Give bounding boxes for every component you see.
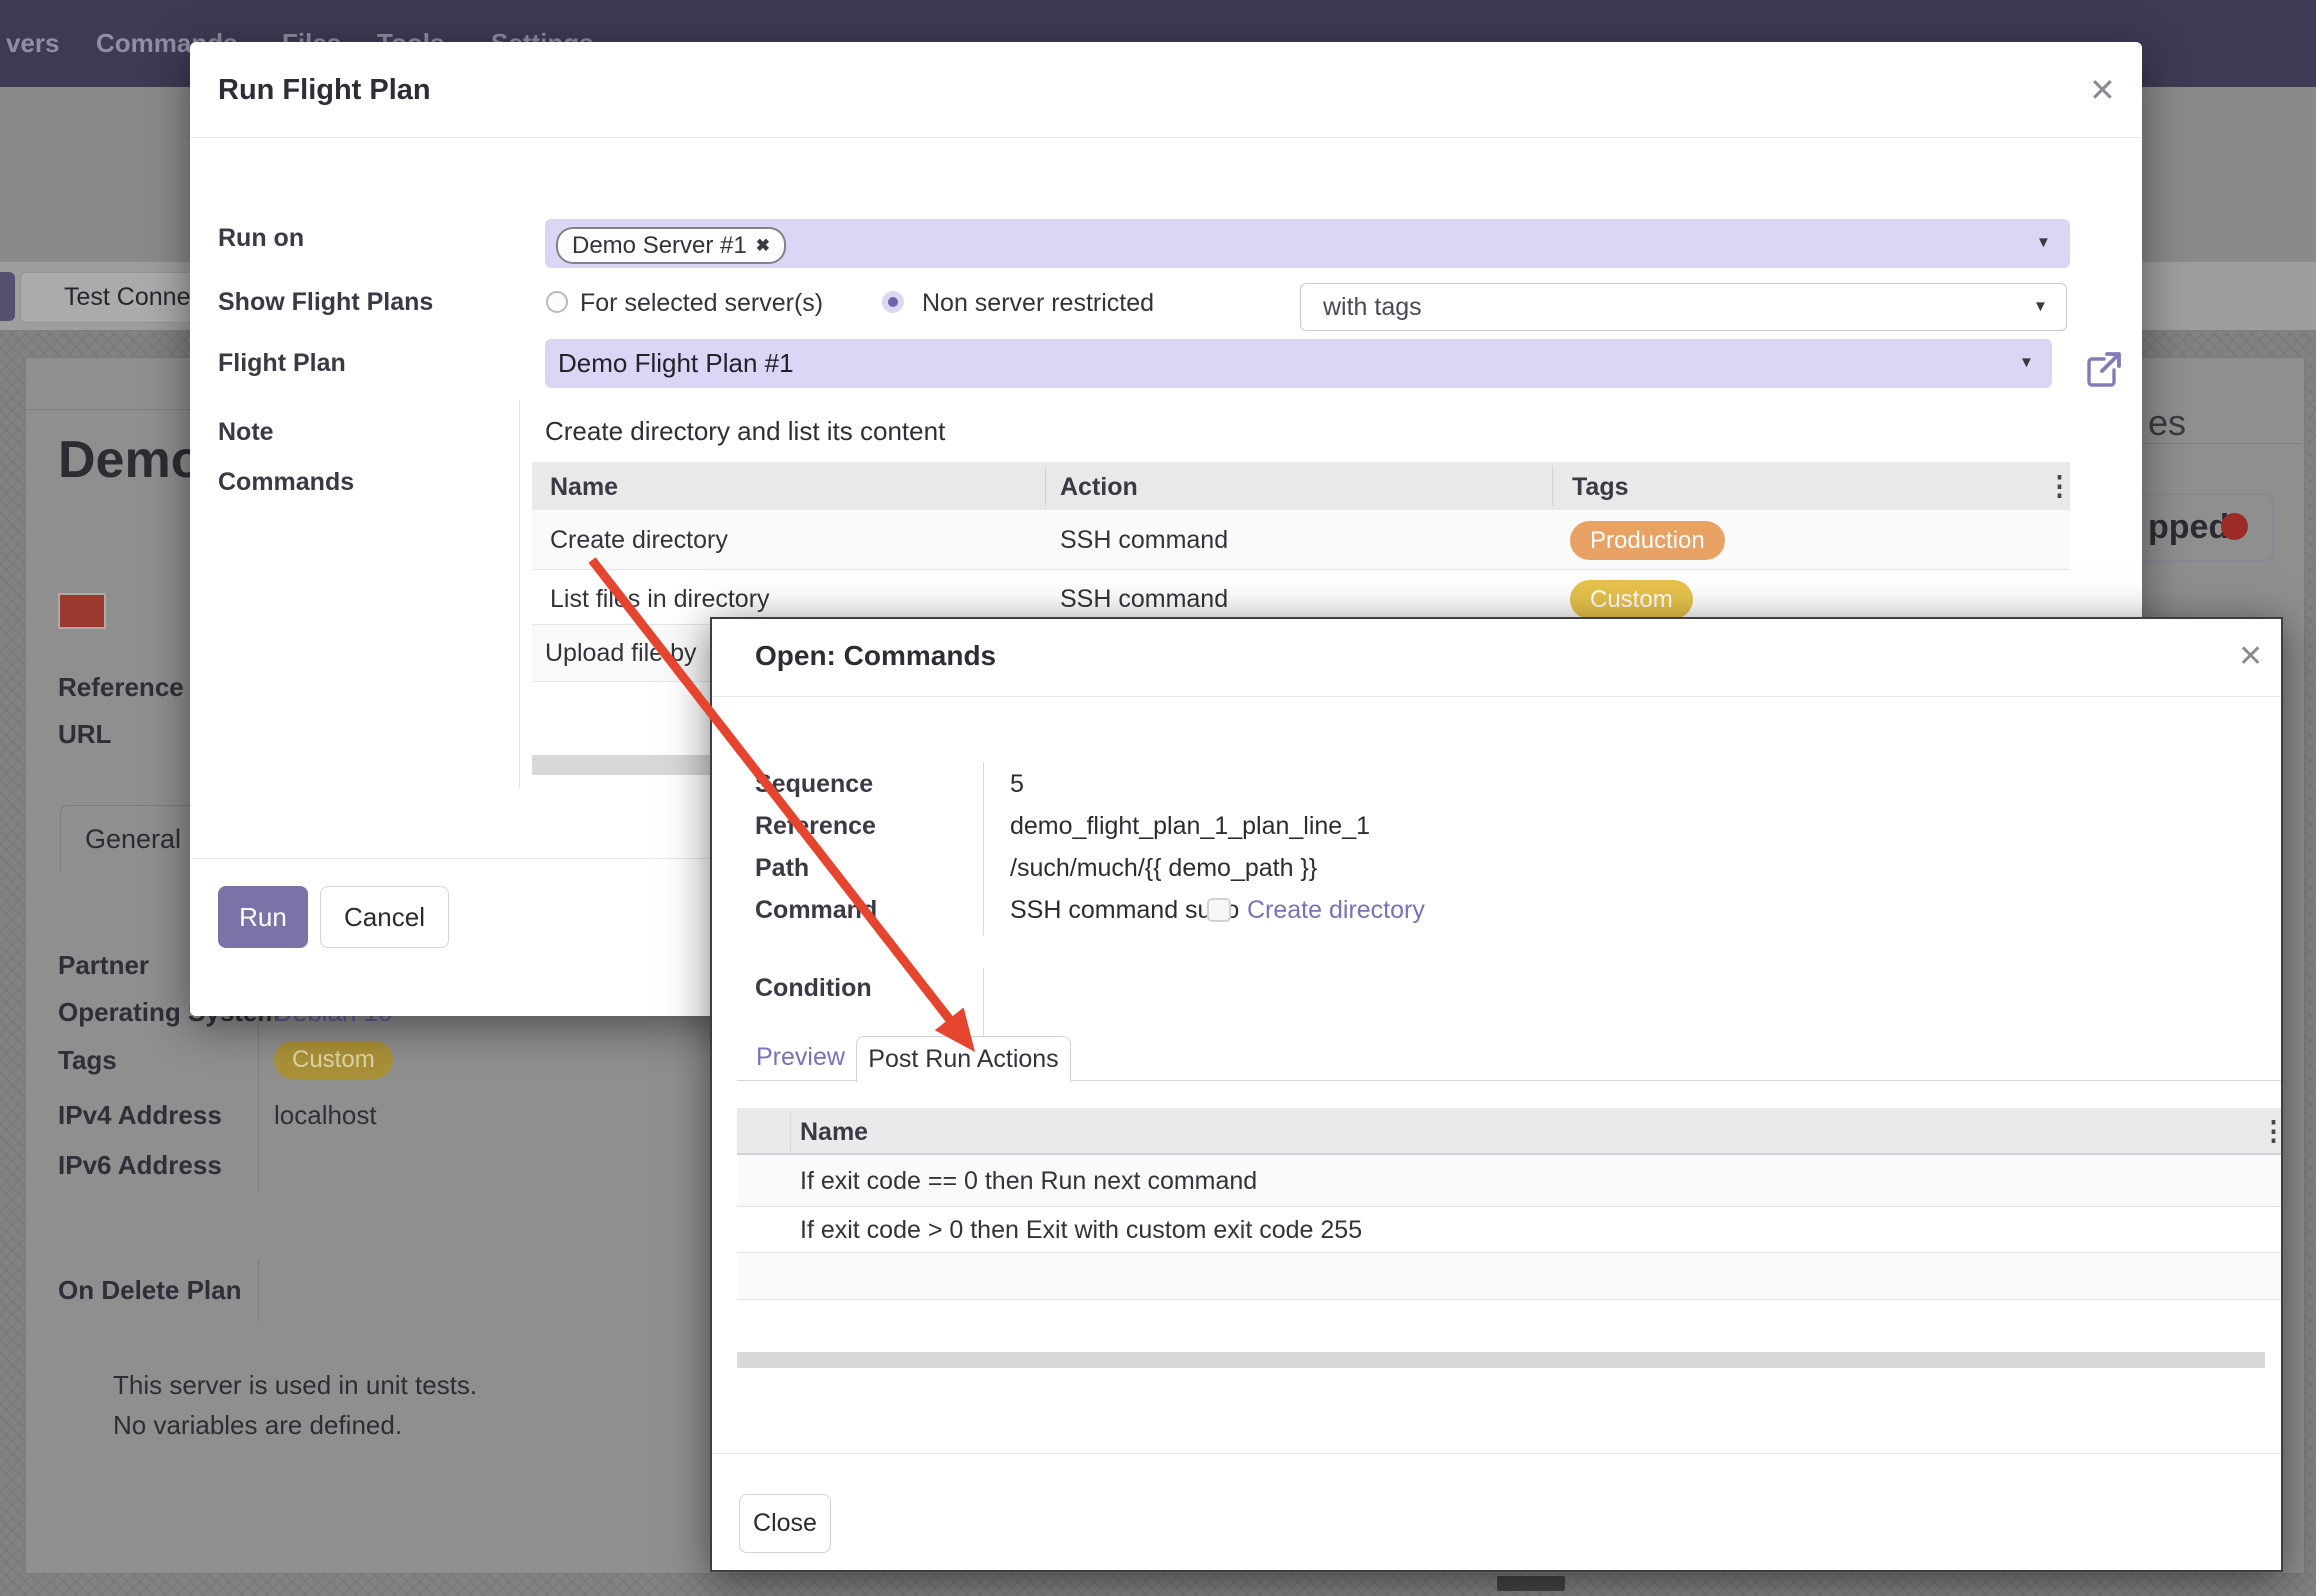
path-value: /such/much/{{ demo_path }} (1010, 854, 1317, 883)
tab-preview[interactable]: Preview (756, 1043, 845, 1072)
command-value: SSH command sudo (1010, 896, 1239, 925)
cancel-button[interactable]: Cancel (320, 886, 449, 948)
right-heading-fragment: es (2148, 402, 2186, 444)
form-separator-line (983, 968, 984, 1040)
close-icon[interactable]: ✕ (2089, 74, 2116, 106)
create-directory-link[interactable]: Create directory (1247, 896, 1425, 925)
condition-label: Condition (755, 974, 872, 1003)
table-options-icon[interactable]: ⋮ (2260, 1118, 2287, 1145)
commands-label: Commands (218, 468, 354, 497)
sudo-checkbox[interactable] (1207, 898, 1231, 922)
table-scroll-strip[interactable] (737, 1352, 2265, 1368)
tag-badge-production: Production (1570, 521, 1725, 560)
radio-selected-servers-label[interactable]: For selected server(s) (580, 289, 823, 318)
flight-plan-description: Create directory and list its content (545, 416, 945, 447)
path-label: Path (755, 854, 809, 883)
row-action: SSH command (1060, 585, 1228, 614)
flight-plan-select[interactable]: Demo Flight Plan #1 (545, 339, 2052, 388)
table-row[interactable] (532, 510, 2070, 570)
run-on-label: Run on (218, 224, 304, 253)
status-badge-text: pped (2148, 508, 2229, 547)
tags-label: Tags (58, 1045, 117, 1076)
column-divider (1552, 466, 1553, 506)
modal-header-divider (712, 696, 2281, 697)
open-commands-modal (710, 617, 2283, 1572)
flight-plan-label: Flight Plan (218, 349, 346, 378)
tags-filter-select[interactable]: with tags (1300, 283, 2067, 331)
color-swatch (58, 593, 106, 629)
reference-label: Reference (58, 672, 184, 703)
chip-remove-icon[interactable]: ✖ (756, 236, 770, 256)
sequence-label: Sequence (755, 770, 873, 799)
col-name: Name (800, 1118, 868, 1147)
external-link-icon[interactable] (2085, 350, 2123, 388)
server-chip[interactable]: Demo Server #1 ✖ (556, 227, 786, 264)
col-name: Name (550, 473, 618, 502)
table-row-empty (737, 1253, 2281, 1300)
url-label: URL (58, 719, 111, 750)
background-text-fragment (1497, 1576, 1565, 1591)
chevron-down-icon[interactable]: ▼ (2036, 234, 2051, 251)
primary-button-fragment (0, 272, 15, 321)
row-name[interactable]: If exit code == 0 then Run next command (800, 1167, 1257, 1196)
ipv6-label: IPv6 Address (58, 1150, 222, 1181)
tag-badge-custom: Custom (1570, 580, 1693, 619)
column-divider (1045, 466, 1046, 506)
post-run-table-header (737, 1108, 2281, 1155)
radio-non-restricted-label[interactable]: Non server restricted (922, 289, 1154, 318)
close-icon[interactable]: ✕ (2238, 642, 2263, 672)
run-flight-plan-title: Run Flight Plan (218, 74, 431, 107)
form-separator-line (983, 762, 984, 935)
radio-selected-servers[interactable] (546, 291, 568, 313)
form-separator-line (519, 400, 520, 788)
command-label: Command (755, 896, 877, 925)
reference-label: Reference (755, 812, 876, 841)
row-name[interactable]: Upload file by (545, 639, 696, 668)
close-button[interactable]: Close (739, 1494, 831, 1553)
screen: vers Commands Files Tools Settings Test … (0, 0, 2316, 1596)
table-scroll-strip[interactable] (532, 755, 712, 775)
row-action: SSH command (1060, 526, 1228, 555)
server-chip-label: Demo Server #1 (572, 232, 747, 260)
open-commands-title: Open: Commands (755, 640, 996, 672)
server-page-title: Demo (58, 430, 198, 494)
unit-test-note: This server is used in unit tests. (113, 1370, 477, 1401)
row-name[interactable]: If exit code > 0 then Exit with custom e… (800, 1216, 1362, 1245)
no-variables-note: No variables are defined. (113, 1410, 402, 1441)
reference-value: demo_flight_plan_1_plan_line_1 (1010, 812, 1370, 841)
chevron-down-icon[interactable]: ▼ (2019, 354, 2034, 371)
table-options-icon[interactable]: ⋮ (2046, 473, 2073, 500)
ipv4-value: localhost (274, 1100, 377, 1131)
radio-non-restricted[interactable] (882, 291, 904, 313)
nav-item-servers: vers (6, 0, 60, 87)
row-name[interactable]: Create directory (550, 526, 728, 555)
col-tags: Tags (1572, 473, 1629, 502)
sequence-value: 5 (1010, 770, 1024, 799)
show-flight-plans-label: Show Flight Plans (218, 288, 433, 317)
gutter-divider (790, 1112, 791, 1151)
ipv4-label: IPv4 Address (58, 1100, 222, 1131)
commands-table-header (532, 462, 2070, 511)
chevron-down-icon[interactable]: ▼ (2033, 298, 2048, 315)
field-separator-line-2 (258, 1260, 259, 1322)
col-action: Action (1060, 473, 1138, 502)
note-label: Note (218, 418, 274, 447)
row-name[interactable]: List files in directory (550, 585, 770, 614)
status-stopped-dot (2221, 513, 2248, 540)
partner-label: Partner (58, 950, 149, 981)
modal-header-divider (190, 137, 2142, 138)
modal-footer-divider (712, 1453, 2281, 1454)
tag-badge-custom-dimmed: Custom (274, 1041, 393, 1079)
run-button[interactable]: Run (218, 886, 308, 948)
tab-post-run-actions[interactable]: Post Run Actions (856, 1036, 1071, 1082)
on-delete-plan-label: On Delete Plan (58, 1275, 242, 1306)
